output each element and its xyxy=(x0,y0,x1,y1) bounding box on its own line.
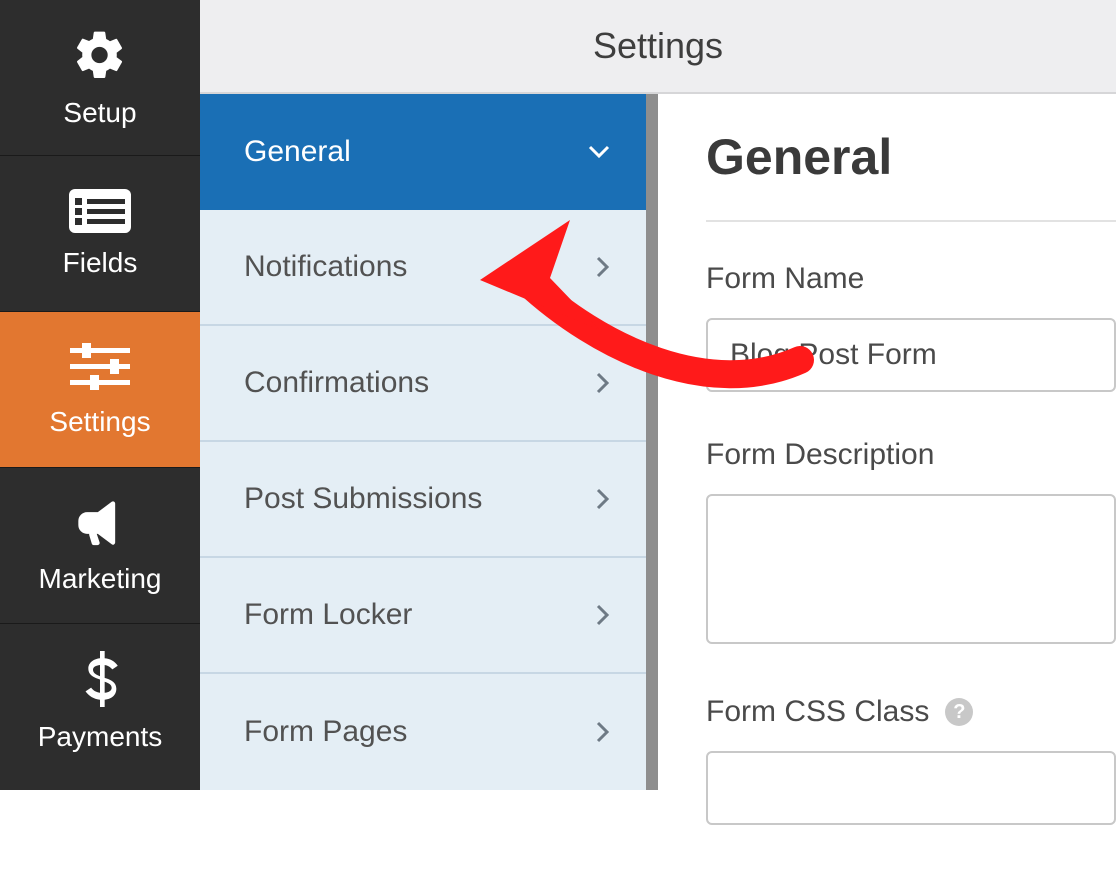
chevron-down-icon xyxy=(588,145,610,159)
form-css-class-label: Form CSS Class ? xyxy=(706,695,1116,729)
nav-item-payments[interactable]: Payments xyxy=(0,624,200,780)
chevron-right-icon xyxy=(596,256,610,278)
settings-item-label: Form Locker xyxy=(244,598,412,632)
form-description-input[interactable] xyxy=(706,494,1116,644)
page-title-text: Settings xyxy=(593,25,723,67)
nav-item-fields[interactable]: Fields xyxy=(0,156,200,312)
chevron-right-icon xyxy=(596,721,610,743)
nav-item-label: Settings xyxy=(49,406,150,438)
settings-item-notifications[interactable]: Notifications xyxy=(200,210,646,326)
form-name-input[interactable] xyxy=(706,318,1116,392)
chevron-right-icon xyxy=(596,604,610,626)
gear-icon xyxy=(72,27,128,83)
settings-item-form-locker[interactable]: Form Locker xyxy=(200,558,646,674)
nav-item-settings[interactable]: Settings xyxy=(0,312,200,468)
chevron-right-icon xyxy=(596,372,610,394)
settings-item-label: Form Pages xyxy=(244,715,407,749)
form-description-label: Form Description xyxy=(706,438,1116,472)
settings-item-label: General xyxy=(244,135,351,169)
nav-item-setup[interactable]: Setup xyxy=(0,0,200,156)
divider xyxy=(706,220,1116,222)
form-name-label: Form Name xyxy=(706,262,1116,296)
dollar-icon xyxy=(82,651,118,707)
settings-item-label: Notifications xyxy=(244,250,407,284)
form-heading: General xyxy=(706,128,1116,186)
settings-panel: General Notifications Confirmations Post… xyxy=(200,94,658,790)
settings-item-post-submissions[interactable]: Post Submissions xyxy=(200,442,646,558)
chevron-right-icon xyxy=(596,488,610,510)
form-content: General Form Name Form Description Form … xyxy=(658,94,1116,790)
nav-item-label: Payments xyxy=(38,721,163,753)
sliders-icon xyxy=(70,342,130,392)
nav-item-marketing[interactable]: Marketing xyxy=(0,468,200,624)
left-nav: Setup Fields Settings Marketing Payments xyxy=(0,0,200,790)
settings-item-label: Post Submissions xyxy=(244,482,482,516)
settings-item-label: Confirmations xyxy=(244,366,429,400)
form-css-class-input[interactable] xyxy=(706,751,1116,825)
settings-item-general[interactable]: General xyxy=(200,94,646,210)
nav-item-label: Fields xyxy=(63,247,138,279)
form-css-class-label-text: Form CSS Class xyxy=(706,695,929,729)
help-icon[interactable]: ? xyxy=(945,698,973,726)
page-title: Settings xyxy=(200,0,1116,94)
nav-item-label: Setup xyxy=(63,97,136,129)
settings-item-form-pages[interactable]: Form Pages xyxy=(200,674,646,790)
nav-item-label: Marketing xyxy=(39,563,162,595)
list-icon xyxy=(69,189,131,233)
bullhorn-icon xyxy=(70,497,130,549)
settings-item-confirmations[interactable]: Confirmations xyxy=(200,326,646,442)
